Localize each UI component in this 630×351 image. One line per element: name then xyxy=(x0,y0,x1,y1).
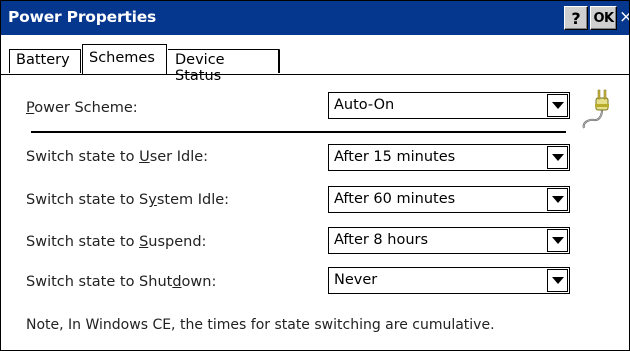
power-scheme-dropdown[interactable]: Auto-On xyxy=(328,92,570,119)
shutdown-dropdown[interactable]: Never xyxy=(328,267,570,294)
ok-button[interactable]: OK xyxy=(590,6,617,30)
chevron-down-icon[interactable] xyxy=(547,94,568,117)
chevron-down-icon[interactable] xyxy=(547,188,568,211)
tab-schemes[interactable]: Schemes xyxy=(82,44,167,74)
suspend-value: After 8 hours xyxy=(334,232,429,248)
help-button[interactable]: ? xyxy=(564,6,588,30)
user-idle-value: After 15 minutes xyxy=(334,149,456,165)
shutdown-label: Switch state to Shutdown: xyxy=(26,274,217,290)
power-scheme-label: Power Scheme: xyxy=(26,100,138,116)
close-button[interactable]: × xyxy=(619,6,629,30)
power-plug-icon xyxy=(582,89,609,129)
suspend-label: Switch state to Suspend: xyxy=(26,234,207,250)
system-idle-dropdown[interactable]: After 60 minutes xyxy=(328,186,570,213)
system-idle-value: After 60 minutes xyxy=(334,191,456,207)
chevron-down-icon[interactable] xyxy=(547,146,568,169)
shutdown-value: Never xyxy=(334,272,378,288)
power-scheme-value: Auto-On xyxy=(334,97,395,113)
suspend-dropdown[interactable]: After 8 hours xyxy=(328,227,570,254)
user-idle-dropdown[interactable]: After 15 minutes xyxy=(328,144,570,171)
tab-battery[interactable]: Battery xyxy=(9,49,81,73)
tab-device-status[interactable]: Device Status xyxy=(168,49,280,84)
note-text: Note, In Windows CE, the times for state… xyxy=(26,317,495,333)
chevron-down-icon[interactable] xyxy=(547,229,568,252)
title-bar: Power Properties ? OK × xyxy=(1,1,629,35)
chevron-down-icon[interactable] xyxy=(547,269,568,292)
power-scheme-mnemonic: P xyxy=(26,100,35,116)
window-title: Power Properties xyxy=(8,8,157,26)
separator-line xyxy=(31,131,566,133)
system-idle-label: Switch state to System Idle: xyxy=(26,192,230,208)
power-properties-window: Power Properties ? OK × Battery Schemes … xyxy=(0,0,630,351)
user-idle-label: Switch state to User Idle: xyxy=(26,149,209,165)
